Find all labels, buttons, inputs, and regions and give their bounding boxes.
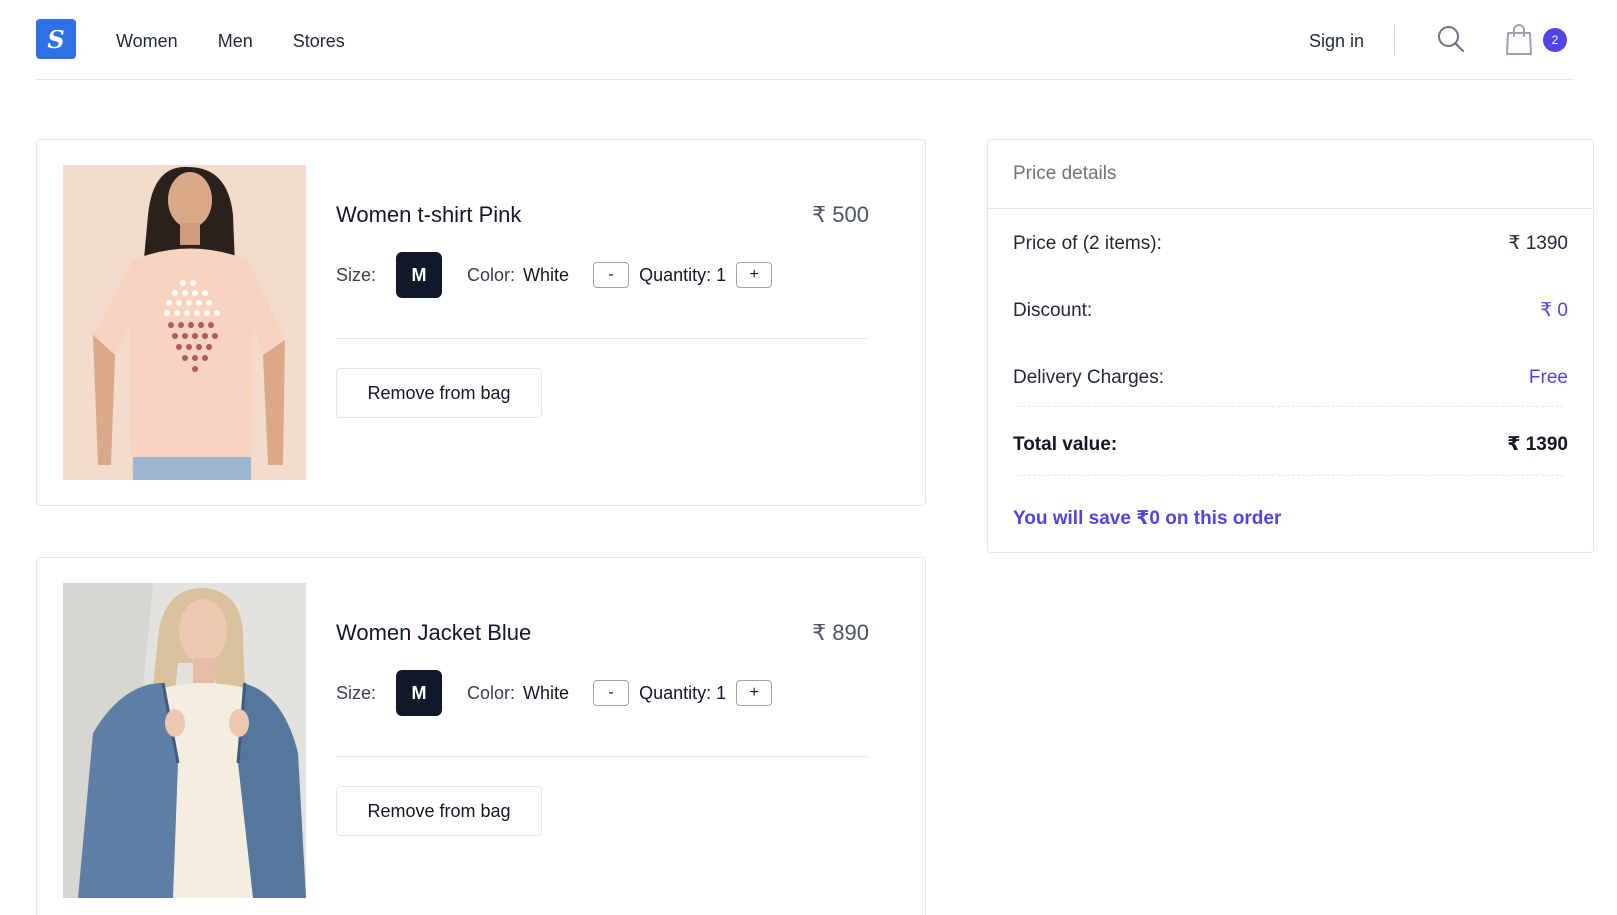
discount-label: Discount: (1013, 300, 1093, 321)
price-row: Price of (2 items): ₹ 1390 (1013, 232, 1568, 256)
product-options: Size: M Color: White - Quantity: 1 + (336, 252, 773, 298)
color-value: White (523, 264, 570, 285)
price-label: Price of (2 items): (1013, 233, 1162, 254)
header-divider (1394, 25, 1395, 55)
size-label: Size: (336, 682, 377, 703)
shopping-bag-icon[interactable] (1504, 22, 1534, 56)
quantity-label: Quantity: 1 (639, 682, 727, 703)
discount-value: ₹ 0 (1540, 300, 1568, 321)
price-details-title: Price details (1013, 163, 1117, 184)
product-name: Women t-shirt Pink (336, 202, 522, 227)
cart-item: Women t-shirt Pink ₹ 500 Size: M Color: … (36, 139, 926, 506)
price-details-panel: Price details Price of (2 items): ₹ 1390… (987, 139, 1594, 553)
remove-from-bag-button[interactable]: Remove from bag (336, 368, 542, 418)
nav-link-stores[interactable]: Stores (293, 29, 345, 53)
quantity-label: Quantity: 1 (639, 264, 727, 285)
savings-message: You will save ₹0 on this order (1013, 508, 1282, 529)
summary-divider (1018, 406, 1564, 407)
remove-from-bag-button[interactable]: Remove from bag (336, 786, 542, 836)
color-label: Color: (467, 264, 516, 285)
brand-logo[interactable]: S (36, 19, 76, 59)
size-label: Size: (336, 264, 377, 285)
main-nav: Women Men Stores (116, 29, 345, 53)
delivery-value: Free (1528, 367, 1568, 388)
quantity-decrease-button[interactable]: - (593, 262, 630, 288)
quantity-increase-button[interactable]: + (736, 262, 773, 288)
total-value: ₹ 1390 (1507, 434, 1568, 455)
product-options: Size: M Color: White - Quantity: 1 + (336, 670, 773, 716)
color-value: White (523, 682, 570, 703)
card-divider (336, 756, 870, 757)
total-row: Total value: ₹ 1390 (1013, 433, 1568, 457)
delivery-row: Delivery Charges: Free (1013, 366, 1568, 390)
quantity-increase-button[interactable]: + (736, 680, 773, 706)
cart-count-badge: 2 (1543, 28, 1567, 52)
product-image-tshirt[interactable] (63, 165, 306, 480)
cart-item: Women Jacket Blue ₹ 890 Size: M Color: W… (36, 557, 926, 915)
price-value: ₹ 1390 (1508, 233, 1568, 254)
nav-link-men[interactable]: Men (218, 29, 253, 53)
product-image-jacket[interactable] (63, 583, 306, 898)
size-chip[interactable]: M (396, 252, 443, 298)
nav-link-women[interactable]: Women (116, 29, 178, 53)
delivery-label: Delivery Charges: (1013, 367, 1164, 388)
total-label: Total value: (1013, 434, 1118, 455)
top-navbar: S Women Men Stores Sign in 2 (36, 0, 1574, 80)
search-icon[interactable] (1436, 24, 1466, 54)
product-price: ₹ 890 (812, 620, 869, 645)
quantity-decrease-button[interactable]: - (593, 680, 630, 706)
product-name: Women Jacket Blue (336, 620, 532, 645)
product-price: ₹ 500 (812, 202, 869, 227)
card-divider (336, 338, 870, 339)
size-chip[interactable]: M (396, 670, 443, 716)
color-label: Color: (467, 682, 516, 703)
discount-row: Discount: ₹ 0 (1013, 299, 1568, 323)
summary-divider (1018, 475, 1564, 476)
sign-in-link[interactable]: Sign in (1309, 29, 1364, 53)
price-details-header: Price details (988, 140, 1593, 209)
